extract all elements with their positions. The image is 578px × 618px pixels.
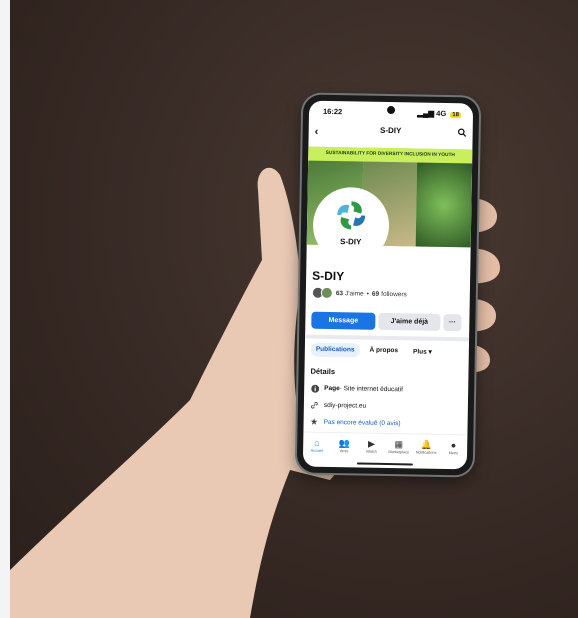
home-icon: ⌂ xyxy=(314,437,320,448)
nav-marketplace-label: Marketplace xyxy=(388,450,410,455)
hand-illustration xyxy=(10,167,500,618)
likes-label: J'aime xyxy=(345,289,364,298)
bottom-navigation: ⌂ Accueil 👥 Amis ▶ Watch ▦ Marketplace 🔔 xyxy=(302,431,468,462)
message-button[interactable]: Message xyxy=(311,311,376,330)
nav-home-label: Accueil xyxy=(310,448,323,453)
nav-friends[interactable]: 👥 Amis xyxy=(330,433,358,459)
action-buttons: Message J'aime déjà ··· xyxy=(311,311,463,332)
tab-publications[interactable]: Publications xyxy=(310,342,360,358)
profile-tabs: Publications À propos Plus ▾ xyxy=(310,342,437,359)
details-heading: Détails xyxy=(310,366,336,377)
page-name: S-DIY xyxy=(312,268,345,284)
category-label: Page xyxy=(324,384,340,393)
tab-about[interactable]: À propos xyxy=(364,344,403,359)
more-button[interactable]: ··· xyxy=(443,313,462,332)
tab-more[interactable]: Plus ▾ xyxy=(408,344,437,359)
watch-icon: ▶ xyxy=(367,438,376,449)
friend-avatar xyxy=(320,286,333,300)
search-icon[interactable] xyxy=(457,128,467,139)
home-indicator xyxy=(356,462,413,466)
nav-watch-label: Watch xyxy=(366,449,377,454)
link-icon xyxy=(310,401,319,410)
profile-logo[interactable]: S-DIY xyxy=(314,188,388,262)
nav-menu-label: Menu xyxy=(448,451,459,456)
detail-website[interactable]: sdiy-project.eu xyxy=(310,401,366,411)
website-link[interactable]: sdiy-project.eu xyxy=(324,402,366,410)
section-divider xyxy=(305,334,470,342)
status-bar: 16:22 ▂▄▆ 4G 18 xyxy=(309,107,473,122)
page-title: S-DIY xyxy=(379,125,402,136)
rating-text[interactable]: Pas encore évalué (0 avis) xyxy=(324,419,401,427)
star-icon: ★ xyxy=(309,416,319,427)
stats-separator: • xyxy=(366,290,370,298)
photo-background: 16:22 ▂▄▆ 4G 18 ‹ S-DIY SUSTAINABILITY F… xyxy=(10,0,578,618)
friends-icon: 👥 xyxy=(338,438,350,449)
likes-count: 63 xyxy=(335,289,344,297)
signal-icon: ▂▄▆ xyxy=(417,108,437,118)
liked-button[interactable]: J'aime déjà xyxy=(378,312,441,331)
nav-marketplace[interactable]: ▦ Marketplace xyxy=(385,434,413,460)
nav-notifications-label: Notifications xyxy=(415,450,437,455)
info-icon xyxy=(310,384,319,393)
nav-home[interactable]: ⌂ Accueil xyxy=(303,433,331,459)
nav-notifications[interactable]: 🔔 Notifications xyxy=(412,434,440,460)
detail-category: Page · Site internet éducatif xyxy=(310,384,403,395)
page-stats[interactable]: 63 J'aime • 69 followers xyxy=(311,286,407,301)
bell-icon: 🔔 xyxy=(420,439,432,450)
category-value: · Site internet éducatif xyxy=(339,385,404,394)
battery-icon: 18 xyxy=(450,112,462,119)
cover-image-3 xyxy=(416,162,473,248)
status-time: 16:22 xyxy=(322,106,343,117)
arm-shape xyxy=(10,167,342,618)
phone-device: 16:22 ▂▄▆ 4G 18 ‹ S-DIY SUSTAINABILITY F… xyxy=(296,94,480,476)
avatar-icon: ● xyxy=(450,440,457,451)
status-indicators: ▂▄▆ 4G 18 xyxy=(417,108,462,119)
chevron-left-icon[interactable]: ‹ xyxy=(315,125,319,139)
top-app-bar: ‹ S-DIY xyxy=(309,125,473,144)
phone-screen: 16:22 ▂▄▆ 4G 18 ‹ S-DIY SUSTAINABILITY F… xyxy=(302,100,474,470)
followers-count: 69 xyxy=(371,290,380,298)
logo-text: S-DIY xyxy=(339,237,362,247)
nav-friends-label: Amis xyxy=(339,449,349,454)
network-label: 4G xyxy=(436,108,447,118)
nav-watch[interactable]: ▶ Watch xyxy=(358,434,386,460)
nav-menu[interactable]: ● Menu xyxy=(440,435,468,461)
sdiy-logo-icon xyxy=(337,201,366,230)
detail-rating[interactable]: ★ Pas encore évalué (0 avis) xyxy=(309,416,401,429)
marketplace-icon: ▦ xyxy=(394,439,404,450)
followers-label: followers xyxy=(381,290,407,298)
